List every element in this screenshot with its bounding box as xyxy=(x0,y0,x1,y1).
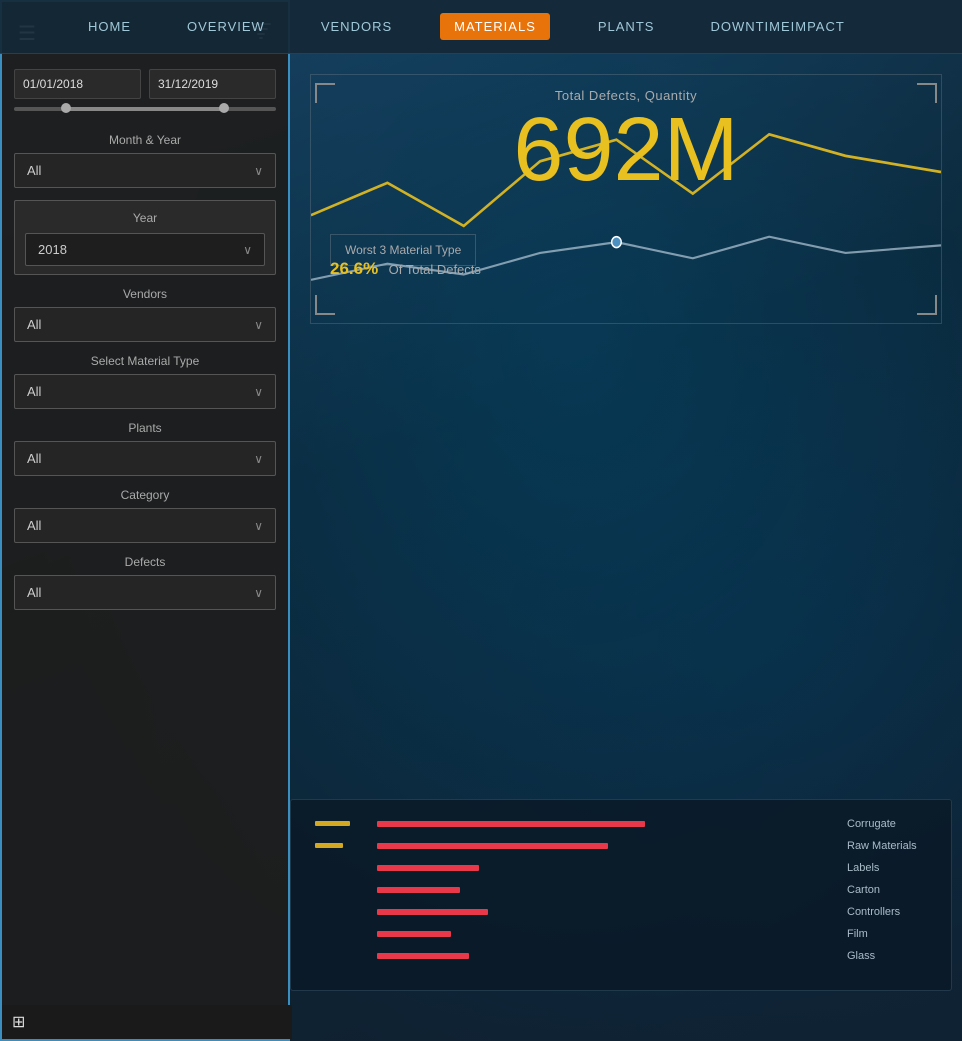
bar-chart-section: Corrugate Raw Materials xyxy=(290,799,952,991)
nav-materials[interactable]: Materials xyxy=(440,13,550,40)
year-section: Year 2018 ∨ xyxy=(14,200,276,275)
bar-row-controllers: Controllers xyxy=(315,906,927,918)
filter-label-month-year: Month & Year xyxy=(14,133,276,147)
nav-overview[interactable]: Overview xyxy=(179,13,273,40)
filter-select-category[interactable]: All ∨ xyxy=(14,508,276,543)
chevron-plants: ∨ xyxy=(254,452,263,466)
sidebar: ☰ 01/01/2018 31/12/2019 Month & Year All… xyxy=(0,0,290,1041)
range-slider[interactable] xyxy=(14,107,276,111)
bar-label-rawmaterials: Raw Materials xyxy=(847,840,927,852)
bar-label-controllers: Controllers xyxy=(847,906,927,918)
bar-glass xyxy=(377,952,839,960)
filter-select-vendors[interactable]: All ∨ xyxy=(14,307,276,342)
year-select[interactable]: 2018 ∨ xyxy=(25,233,265,266)
main-content: Total Defects, Quantity 692M Worst 3 Mat… xyxy=(290,54,962,1041)
chevron-month-year: ∨ xyxy=(254,164,263,178)
navbar: Home Overview Vendors Materials Plants D… xyxy=(0,0,962,54)
filter-defects: Defects All ∨ xyxy=(14,555,276,610)
filter-select-month-year[interactable]: All ∨ xyxy=(14,153,276,188)
chevron-material: ∨ xyxy=(254,385,263,399)
bar-row-corrugate: Corrugate xyxy=(315,818,927,830)
filter-label-plants: Plants xyxy=(14,421,276,435)
filter-category: Category All ∨ xyxy=(14,488,276,543)
filter-label-category: Category xyxy=(14,488,276,502)
bar-row-glass: Glass xyxy=(315,950,927,962)
bar-label-glass: Glass xyxy=(847,950,927,962)
bar-label-corrugate: Corrugate xyxy=(847,818,927,830)
bar-controllers xyxy=(377,908,839,916)
nav-home[interactable]: Home xyxy=(80,13,139,40)
nav-vendors[interactable]: Vendors xyxy=(313,13,400,40)
year-label: Year xyxy=(25,211,265,225)
date-range-section: 01/01/2018 31/12/2019 xyxy=(14,69,276,119)
chevron-category: ∨ xyxy=(254,519,263,533)
date-inputs: 01/01/2018 31/12/2019 xyxy=(14,69,276,99)
chevron-defects: ∨ xyxy=(254,586,263,600)
filter-label-material: Select Material Type xyxy=(14,354,276,368)
bar-rawmaterials xyxy=(377,842,839,850)
filter-vendors: Vendors All ∨ xyxy=(14,287,276,342)
filter-select-material[interactable]: All ∨ xyxy=(14,374,276,409)
bar-row-carton: Carton xyxy=(315,884,927,896)
windows-button[interactable]: ⊞ xyxy=(12,1012,25,1032)
filter-label-vendors: Vendors xyxy=(14,287,276,301)
bar-corrugate xyxy=(377,820,839,828)
bar-chart-content: Corrugate Raw Materials xyxy=(315,818,927,972)
nav-plants[interactable]: Plants xyxy=(590,13,663,40)
filter-select-plants[interactable]: All ∨ xyxy=(14,441,276,476)
date-end-input[interactable]: 31/12/2019 xyxy=(149,69,276,99)
date-start-input[interactable]: 01/01/2018 xyxy=(14,69,141,99)
bar-row-film: Film xyxy=(315,928,927,940)
bar-row-rawmaterials: Raw Materials xyxy=(315,840,927,852)
filter-month-year: Month & Year All ∨ xyxy=(14,133,276,188)
bar-film xyxy=(377,930,839,938)
kpi-card: Total Defects, Quantity 692M xyxy=(310,74,942,324)
filter-material-type: Select Material Type All ∨ xyxy=(14,354,276,409)
kpi-percent-row: 26.6% Of Total Defects xyxy=(330,259,481,279)
bar-label-film: Film xyxy=(847,928,927,940)
bar-label-carton: Carton xyxy=(847,884,927,896)
bar-row-labels: Labels xyxy=(315,862,927,874)
bar-label-labels: Labels xyxy=(847,862,927,874)
filter-plants: Plants All ∨ xyxy=(14,421,276,476)
chevron-vendors: ∨ xyxy=(254,318,263,332)
filter-select-defects[interactable]: All ∨ xyxy=(14,575,276,610)
chevron-year: ∨ xyxy=(243,243,252,257)
filter-label-defects: Defects xyxy=(14,555,276,569)
bar-labels xyxy=(377,864,839,872)
taskbar: ⊞ xyxy=(2,1005,292,1039)
nav-downtime[interactable]: DowntimeImpact xyxy=(702,13,852,40)
line-chart xyxy=(311,75,941,323)
bar-carton xyxy=(377,886,839,894)
